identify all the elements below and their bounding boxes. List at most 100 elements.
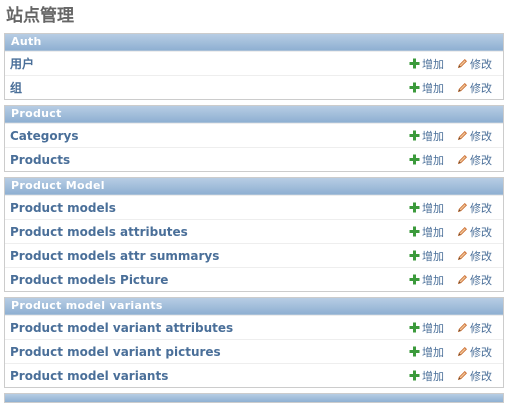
pencil-icon xyxy=(457,274,468,285)
change-link[interactable]: 修改 xyxy=(457,80,503,96)
change-label: 修改 xyxy=(470,57,492,71)
model-link[interactable]: Categorys xyxy=(5,129,409,143)
change-label: 修改 xyxy=(470,153,492,167)
add-label: 增加 xyxy=(422,81,444,95)
change-label: 修改 xyxy=(470,201,492,215)
add-label: 增加 xyxy=(422,225,444,239)
model-link[interactable]: Product model variant pictures xyxy=(5,345,409,359)
page-title: 站点管理 xyxy=(6,6,74,26)
add-label: 增加 xyxy=(422,153,444,167)
add-link[interactable]: 增加 xyxy=(409,368,457,384)
add-label: 增加 xyxy=(422,369,444,383)
change-label: 修改 xyxy=(470,273,492,287)
module-caption: Product Model xyxy=(5,178,503,195)
add-link[interactable]: 增加 xyxy=(409,248,457,264)
add-link[interactable]: 增加 xyxy=(409,128,457,144)
add-link[interactable]: 增加 xyxy=(409,344,457,360)
model-row: Product model variant attributes 增加 修改 xyxy=(5,315,503,339)
add-icon xyxy=(409,250,420,261)
pencil-icon xyxy=(457,370,468,381)
pencil-icon xyxy=(457,226,468,237)
module-product: Product Categorys 增加 修改 Products 增加 修改 xyxy=(4,105,504,172)
model-link[interactable]: Product model variants xyxy=(5,369,409,383)
change-link[interactable]: 修改 xyxy=(457,128,503,144)
change-link[interactable]: 修改 xyxy=(457,344,503,360)
model-link[interactable]: 组 xyxy=(5,79,409,96)
add-link[interactable]: 增加 xyxy=(409,56,457,72)
pencil-icon xyxy=(457,250,468,261)
add-icon xyxy=(409,154,420,165)
add-icon xyxy=(409,274,420,285)
add-icon xyxy=(409,322,420,333)
change-link[interactable]: 修改 xyxy=(457,272,503,288)
model-row: Product models Picture 增加 修改 xyxy=(5,267,503,291)
module-caption: Product xyxy=(5,106,503,123)
change-link[interactable]: 修改 xyxy=(457,320,503,336)
change-link[interactable]: 修改 xyxy=(457,248,503,264)
add-label: 增加 xyxy=(422,321,444,335)
module-caption xyxy=(5,394,503,402)
add-label: 增加 xyxy=(422,129,444,143)
model-link[interactable]: Product models xyxy=(5,201,409,215)
pencil-icon xyxy=(457,154,468,165)
add-icon xyxy=(409,346,420,357)
change-label: 修改 xyxy=(470,81,492,95)
model-row: 用户 增加 修改 xyxy=(5,51,503,75)
module-product-model-variants: Product model variants Product model vari… xyxy=(4,297,504,388)
change-link[interactable]: 修改 xyxy=(457,152,503,168)
module-partial xyxy=(4,393,504,403)
add-label: 增加 xyxy=(422,273,444,287)
add-icon xyxy=(409,82,420,93)
add-link[interactable]: 增加 xyxy=(409,272,457,288)
change-link[interactable]: 修改 xyxy=(457,200,503,216)
add-label: 增加 xyxy=(422,201,444,215)
module-caption: Product model variants xyxy=(5,298,503,315)
add-link[interactable]: 增加 xyxy=(409,80,457,96)
change-link[interactable]: 修改 xyxy=(457,224,503,240)
model-row: Product models attributes 增加 修改 xyxy=(5,219,503,243)
model-row: Product model variant pictures 增加 修改 xyxy=(5,339,503,363)
model-row: 组增加 修改 xyxy=(5,75,503,99)
change-link[interactable]: 修改 xyxy=(457,56,503,72)
model-link[interactable]: Product models attributes xyxy=(5,225,409,239)
change-link[interactable]: 修改 xyxy=(457,368,503,384)
pencil-icon xyxy=(457,202,468,213)
module-caption: Auth xyxy=(5,34,503,51)
add-icon xyxy=(409,58,420,69)
add-icon xyxy=(409,202,420,213)
pencil-icon xyxy=(457,346,468,357)
model-row: Product model variants 增加 修改 xyxy=(5,363,503,387)
add-icon xyxy=(409,130,420,141)
change-label: 修改 xyxy=(470,321,492,335)
add-label: 增加 xyxy=(422,249,444,263)
app-list: Auth 用户 增加 修改组增加 修改 Product Categorys 增加 修改 Produ… xyxy=(0,33,510,388)
add-link[interactable]: 增加 xyxy=(409,200,457,216)
pencil-icon xyxy=(457,58,468,69)
model-row: Categorys 增加 修改 xyxy=(5,123,503,147)
add-link[interactable]: 增加 xyxy=(409,152,457,168)
model-link[interactable]: Products xyxy=(5,153,409,167)
add-link[interactable]: 增加 xyxy=(409,320,457,336)
model-row: Product models 增加 修改 xyxy=(5,195,503,219)
add-link[interactable]: 增加 xyxy=(409,224,457,240)
change-label: 修改 xyxy=(470,249,492,263)
module-auth: Auth 用户 增加 修改组增加 修改 xyxy=(4,33,504,100)
pencil-icon xyxy=(457,322,468,333)
add-icon xyxy=(409,226,420,237)
model-link[interactable]: Product models attr summarys xyxy=(5,249,409,263)
model-row: Products 增加 修改 xyxy=(5,147,503,171)
model-link[interactable]: Product model variant attributes xyxy=(5,321,409,335)
model-link[interactable]: 用户 xyxy=(5,55,409,72)
change-label: 修改 xyxy=(470,345,492,359)
pencil-icon xyxy=(457,130,468,141)
change-label: 修改 xyxy=(470,225,492,239)
change-label: 修改 xyxy=(470,129,492,143)
pencil-icon xyxy=(457,82,468,93)
model-link[interactable]: Product models Picture xyxy=(5,273,409,287)
add-label: 增加 xyxy=(422,345,444,359)
add-icon xyxy=(409,370,420,381)
add-label: 增加 xyxy=(422,57,444,71)
change-label: 修改 xyxy=(470,369,492,383)
model-row: Product models attr summarys 增加 修改 xyxy=(5,243,503,267)
module-product-model: Product Model Product models 增加 修改 Product m… xyxy=(4,177,504,292)
